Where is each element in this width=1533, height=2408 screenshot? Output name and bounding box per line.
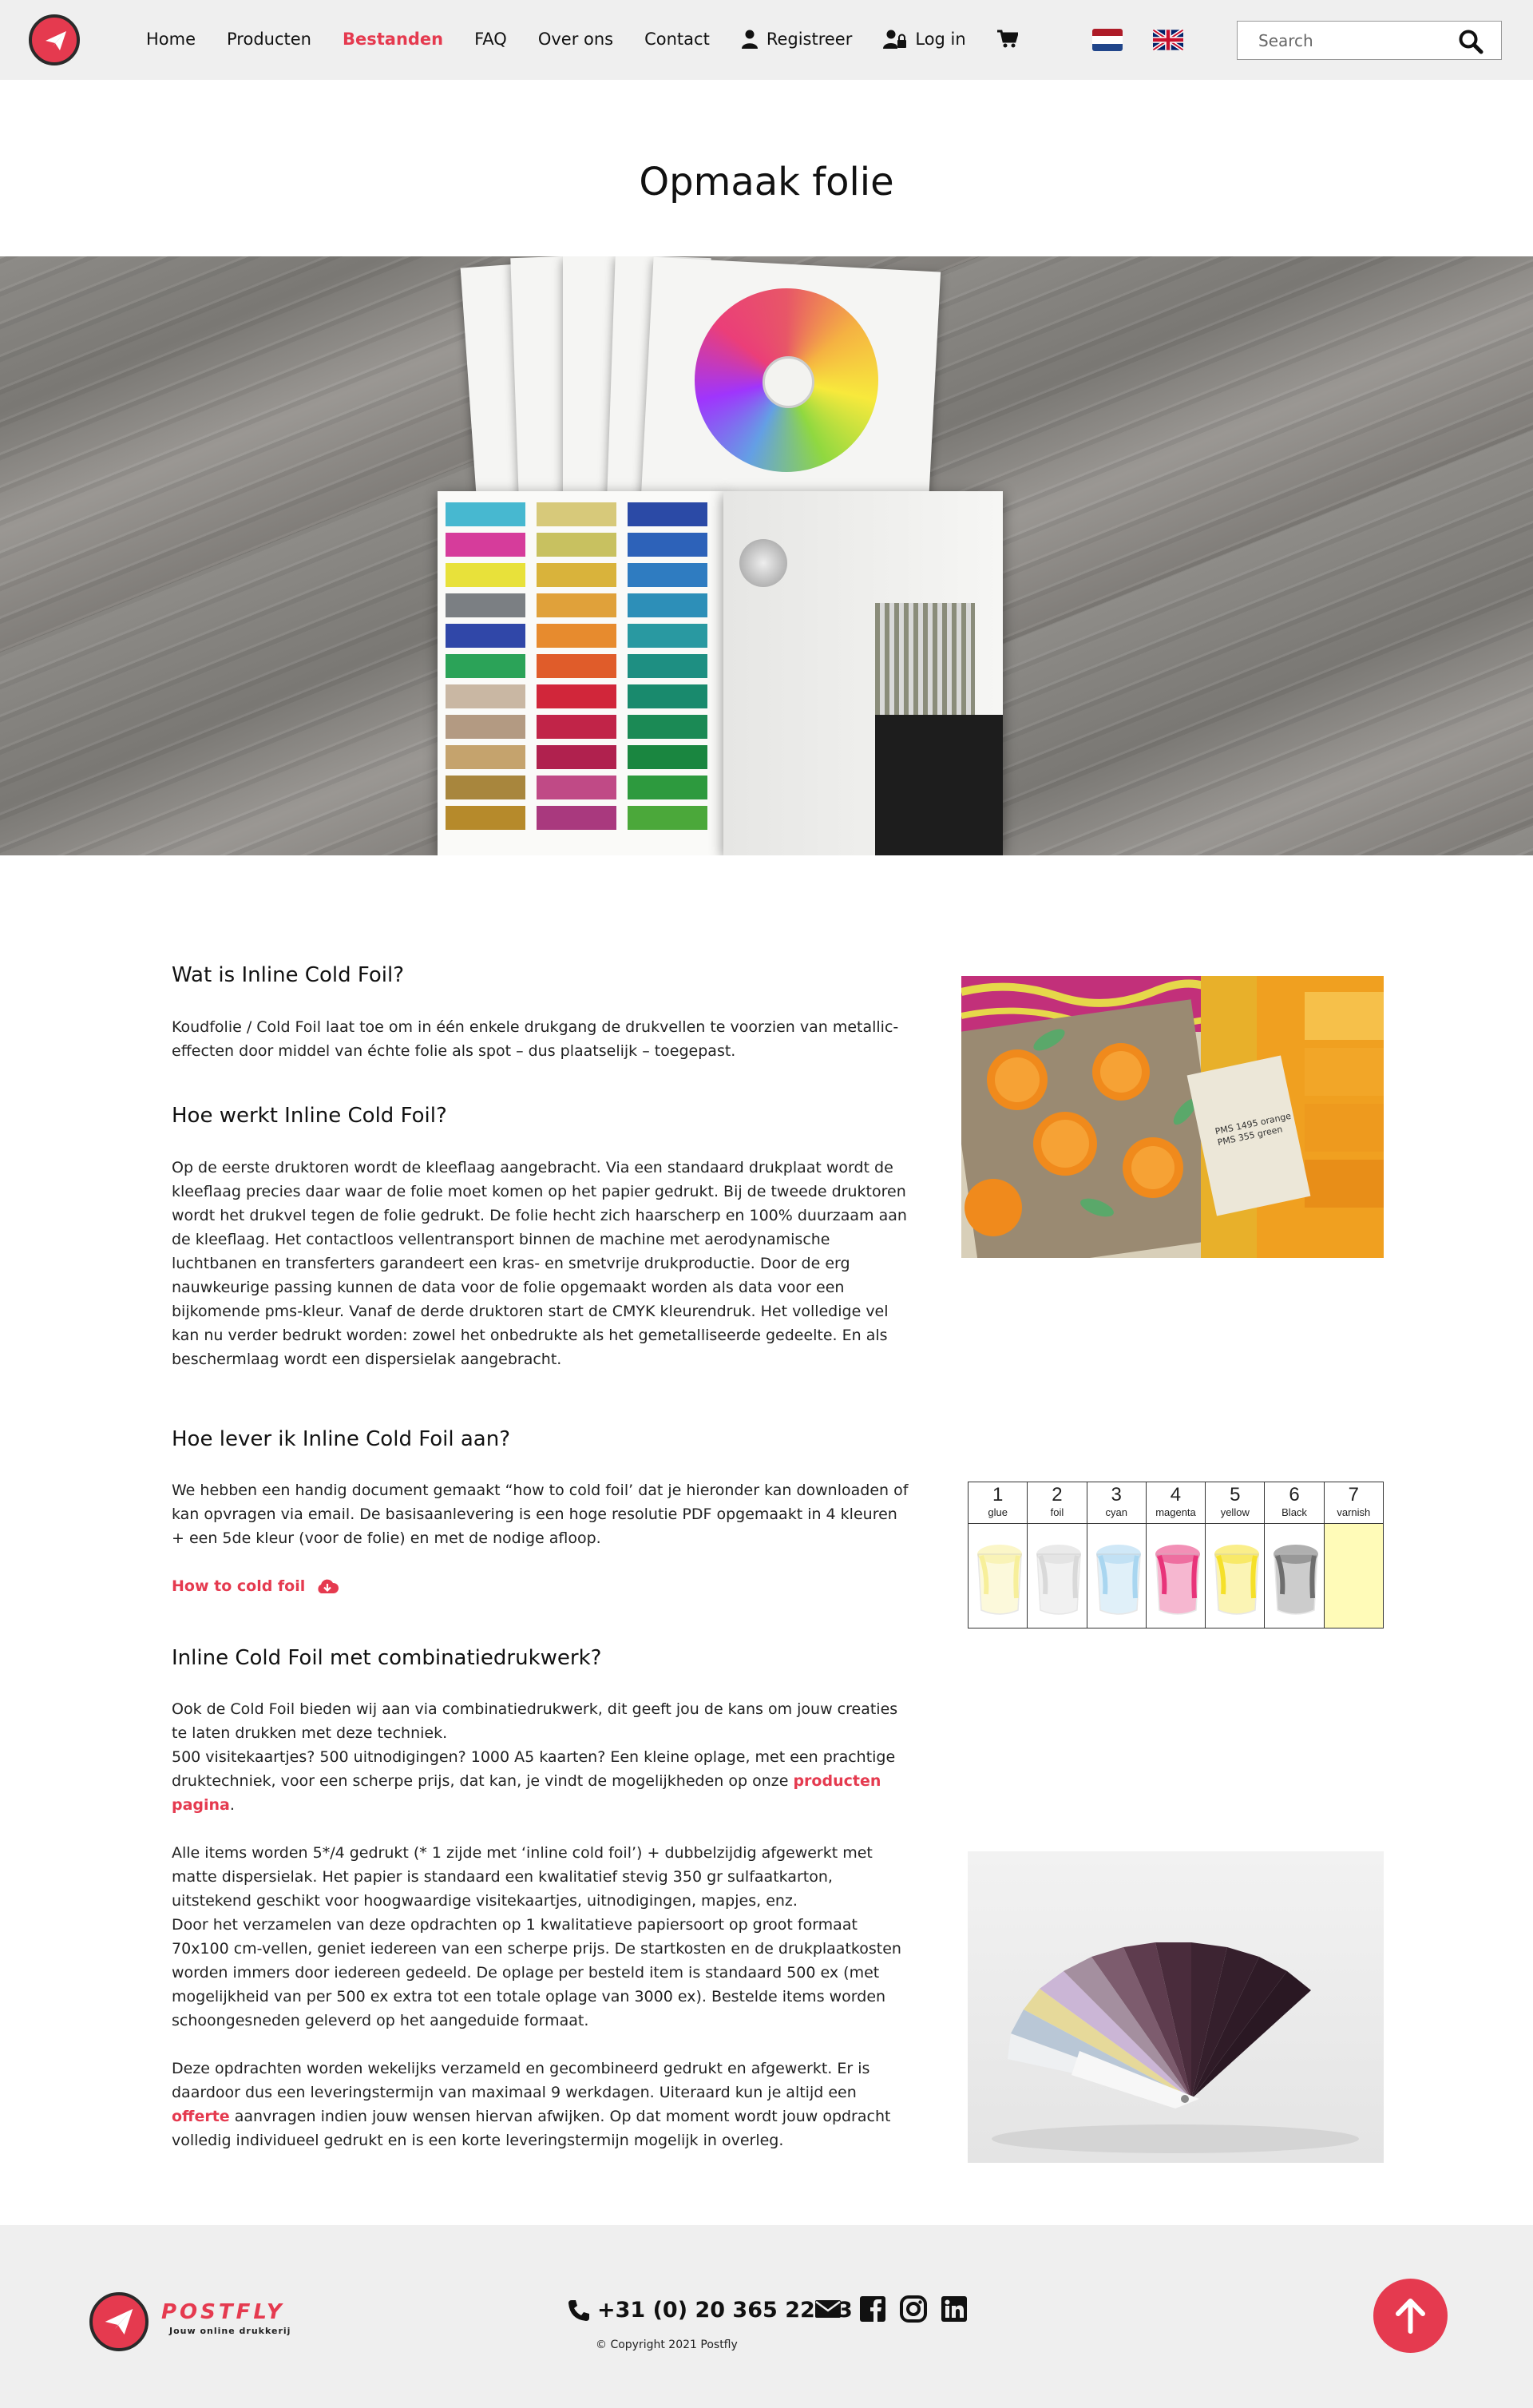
- ink-bucket-icon: [969, 1524, 1027, 1628]
- nav-contact[interactable]: Contact: [644, 30, 710, 49]
- unit-label: yellow: [1220, 1506, 1250, 1518]
- ink-bucket-icon: [1087, 1524, 1146, 1628]
- combo-quote-text: aanvragen indien jouw wensen hiervan afw…: [172, 2108, 891, 2149]
- search-input[interactable]: [1258, 31, 1450, 50]
- search-box: [1237, 21, 1502, 60]
- text-combination-delivery: Deze opdrachten worden wekelijks verzame…: [172, 2057, 914, 2152]
- unit-label: Black: [1281, 1506, 1307, 1518]
- print-unit-column: 7 varnish: [1324, 1482, 1383, 1628]
- nav-home[interactable]: Home: [146, 30, 196, 49]
- back-to-top-button[interactable]: [1373, 2279, 1448, 2353]
- paper-plane-icon: [46, 31, 66, 50]
- email-icon[interactable]: [814, 2295, 842, 2323]
- unit-number: 5: [1230, 1484, 1241, 1505]
- top-navigation: Home Producten Bestanden FAQ Over ons Co…: [0, 0, 1533, 80]
- unit-number: 3: [1111, 1484, 1122, 1505]
- ink-bucket-icon: [1206, 1524, 1264, 1628]
- print-unit-column: 1 glue: [969, 1482, 1028, 1628]
- offerte-link[interactable]: offerte: [172, 2108, 230, 2125]
- heading-deliver-cold-foil: Hoe lever ik Inline Cold Foil aan?: [172, 1427, 510, 1451]
- unit-label: foil: [1050, 1506, 1064, 1518]
- hero-image: [0, 256, 1533, 855]
- login-label: Log in: [915, 30, 966, 49]
- print-unit-column: 2 foil: [1028, 1482, 1087, 1628]
- postfly-logo[interactable]: [29, 14, 80, 65]
- nav-producten[interactable]: Producten: [227, 30, 311, 49]
- unit-number: 4: [1170, 1484, 1182, 1505]
- text-deliver-cold-foil: We hebben een handig document gemaakt “h…: [172, 1482, 909, 1547]
- unit-label: cyan: [1105, 1506, 1127, 1518]
- combo-examples-text: 500 visitekaartjes? 500 uitnodigingen? 1…: [172, 1748, 896, 1790]
- combo-intro-text: Ook de Cold Foil bieden wij aan via comb…: [172, 1700, 898, 1742]
- register-link[interactable]: Registreer: [741, 30, 853, 49]
- combo-delivery-text: Deze opdrachten worden wekelijks verzame…: [172, 2060, 870, 2101]
- how-to-cold-foil-label: How to cold foil: [172, 1577, 306, 1595]
- oranges-illustration: PMS 1495 orange PMS 355 green: [961, 976, 1384, 1258]
- login-link[interactable]: Log in: [883, 30, 966, 49]
- color-fan-deck-image: [968, 1851, 1384, 2163]
- page-title: Opmaak folie: [639, 160, 894, 204]
- nav-bestanden[interactable]: Bestanden: [343, 30, 443, 49]
- cold-foil-oranges-image: PMS 1495 orange PMS 355 green: [961, 976, 1384, 1258]
- facebook-icon[interactable]: [859, 2295, 886, 2323]
- cloud-download-icon: [318, 1579, 339, 1593]
- dutch-flag-icon[interactable]: [1092, 29, 1123, 51]
- text-combination-intro: Ook de Cold Foil bieden wij aan via comb…: [172, 1697, 914, 1817]
- footer-copyright: © Copyright 2021 Postfly: [596, 2339, 738, 2351]
- cart-link[interactable]: [996, 30, 1026, 49]
- combo-details-text: Alle items worden 5*/4 gedrukt (* 1 zijd…: [172, 1844, 873, 1910]
- main-menu: Home Producten Bestanden FAQ Over ons Co…: [146, 30, 1057, 49]
- nav-over-ons[interactable]: Over ons: [538, 30, 613, 49]
- print-unit-column: 3 cyan: [1087, 1482, 1147, 1628]
- user-lock-icon: [883, 30, 907, 49]
- text-combination-details: Alle items worden 5*/4 gedrukt (* 1 zijd…: [172, 1841, 914, 2033]
- shopping-cart-icon: [996, 30, 1018, 48]
- footer-brand-name: POSTFLY: [161, 2300, 285, 2324]
- instagram-icon[interactable]: [900, 2295, 927, 2323]
- nav-faq[interactable]: FAQ: [474, 30, 507, 49]
- linkedin-icon[interactable]: [941, 2295, 968, 2323]
- footer-logo[interactable]: [89, 2292, 149, 2351]
- print-unit-column: 5 yellow: [1206, 1482, 1266, 1628]
- print-unit-column: 4 magenta: [1146, 1482, 1206, 1628]
- heading-what-is-cold-foil: Wat is Inline Cold Foil?: [172, 963, 405, 987]
- print-unit-column: 6 Black: [1265, 1482, 1325, 1628]
- paper-plane-icon: [105, 2309, 133, 2335]
- heading-combination-print: Inline Cold Foil met combinatiedrukwerk?: [172, 1646, 602, 1670]
- combo-pricing-text: Door het verzamelen van deze opdrachten …: [172, 1916, 901, 2029]
- register-label: Registreer: [766, 30, 853, 49]
- ink-bucket-icon: [1147, 1524, 1205, 1628]
- user-icon: [741, 30, 758, 49]
- unit-label: magenta: [1155, 1506, 1196, 1518]
- print-units-table-image: 1 glue 2 foil 3 cyan 4 magenta 5 yellow 6 Black 7 var…: [968, 1482, 1384, 1628]
- text-how-cold-foil-works: Op de eerste druktoren wordt de kleeflaa…: [172, 1159, 907, 1368]
- footer-tagline: Jouw online drukkerij: [169, 2326, 291, 2336]
- unit-number: 7: [1348, 1484, 1359, 1505]
- english-flag-icon[interactable]: [1153, 29, 1183, 51]
- heading-how-cold-foil-works: Hoe werkt Inline Cold Foil?: [172, 1104, 447, 1128]
- fan-deck-illustration: [992, 1942, 1359, 2153]
- unit-label: glue: [988, 1506, 1008, 1518]
- text-what-is-cold-foil: Koudfolie / Cold Foil laat toe om in één…: [172, 1018, 899, 1060]
- search-icon[interactable]: [1458, 29, 1483, 54]
- ink-bucket-icon: [1265, 1524, 1323, 1628]
- footer-phone[interactable]: +31 (0) 20 365 22 93: [567, 2298, 853, 2323]
- unit-number: 1: [992, 1484, 1004, 1505]
- ink-bucket-icon: [1324, 1524, 1383, 1628]
- arrow-up-icon: [1396, 2299, 1425, 2334]
- combo-period: .: [229, 1796, 235, 1814]
- phone-icon: [568, 2299, 589, 2321]
- unit-number: 6: [1289, 1484, 1300, 1505]
- how-to-cold-foil-download-link[interactable]: How to cold foil: [172, 1577, 339, 1595]
- ink-bucket-icon: [1028, 1524, 1086, 1628]
- unit-label: varnish: [1337, 1506, 1371, 1518]
- unit-number: 2: [1052, 1484, 1063, 1505]
